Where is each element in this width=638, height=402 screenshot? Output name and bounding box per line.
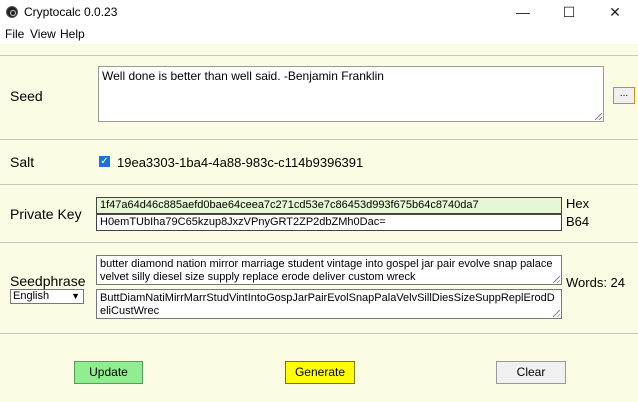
seedphrase-words-textarea[interactable]: butter diamond nation mirror marriage st… [96,255,562,285]
title-bar: Cryptocalc 0.0.23 — ☐ ✕ [0,0,638,24]
update-button[interactable]: Update [74,361,143,384]
app-icon [6,6,18,18]
menu-bar: File View Help [0,24,638,44]
menu-view[interactable]: View [30,27,56,41]
menu-file[interactable]: File [5,27,24,41]
separator [0,139,638,140]
seedphrase-short-textarea[interactable]: ButtDiamNatiMirrMarrStudVintIntoGospJarP… [96,289,562,319]
maximize-button[interactable]: ☐ [546,0,592,24]
seed-text: Well done is better than well said. -Ben… [102,69,384,83]
separator [0,242,638,243]
private-key-hex-field[interactable]: 1f47a64d46c885aefd0bae64ceea7c271cd53e7c… [96,197,562,214]
seedphrase-words: butter diamond nation mirror marriage st… [100,258,553,283]
salt-checkbox[interactable]: ✓ [99,156,110,167]
separator [0,55,638,56]
b64-label: B64 [566,214,590,229]
window-title: Cryptocalc 0.0.23 [24,5,118,19]
salt-value: 19ea3303-1ba4-4a88-983c-c114b9396391 [117,155,364,170]
generate-button[interactable]: Generate [285,361,355,384]
clear-button[interactable]: Clear [496,361,566,384]
salt-label: Salt [10,154,35,170]
close-button[interactable]: ✕ [592,0,638,24]
resize-grip-icon[interactable] [553,310,560,317]
minimize-button[interactable]: — [500,0,546,24]
separator [0,333,638,334]
hex-label: Hex [566,196,590,211]
word-count: Words: 24 [566,275,626,290]
separator [0,184,638,185]
seed-label: Seed [10,88,43,104]
resize-grip-icon[interactable] [595,113,602,120]
language-select[interactable]: English ▼ [10,289,84,304]
seedphrase-label: Seedphrase [10,273,86,289]
private-key-label: Private Key [10,206,82,222]
private-key-b64-field[interactable]: H0emTUbIha79C65kzup8JxzVPnyGRT2ZP2dbZMh0… [96,214,562,231]
language-value: English [13,290,50,302]
menu-help[interactable]: Help [60,27,85,41]
resize-grip-icon[interactable] [553,276,560,283]
seedphrase-short: ButtDiamNatiMirrMarrStudVintIntoGospJarP… [100,292,555,317]
chevron-down-icon: ▼ [71,291,80,301]
browse-seed-button[interactable]: ... [613,87,635,104]
seed-textarea[interactable]: Well done is better than well said. -Ben… [98,66,604,122]
